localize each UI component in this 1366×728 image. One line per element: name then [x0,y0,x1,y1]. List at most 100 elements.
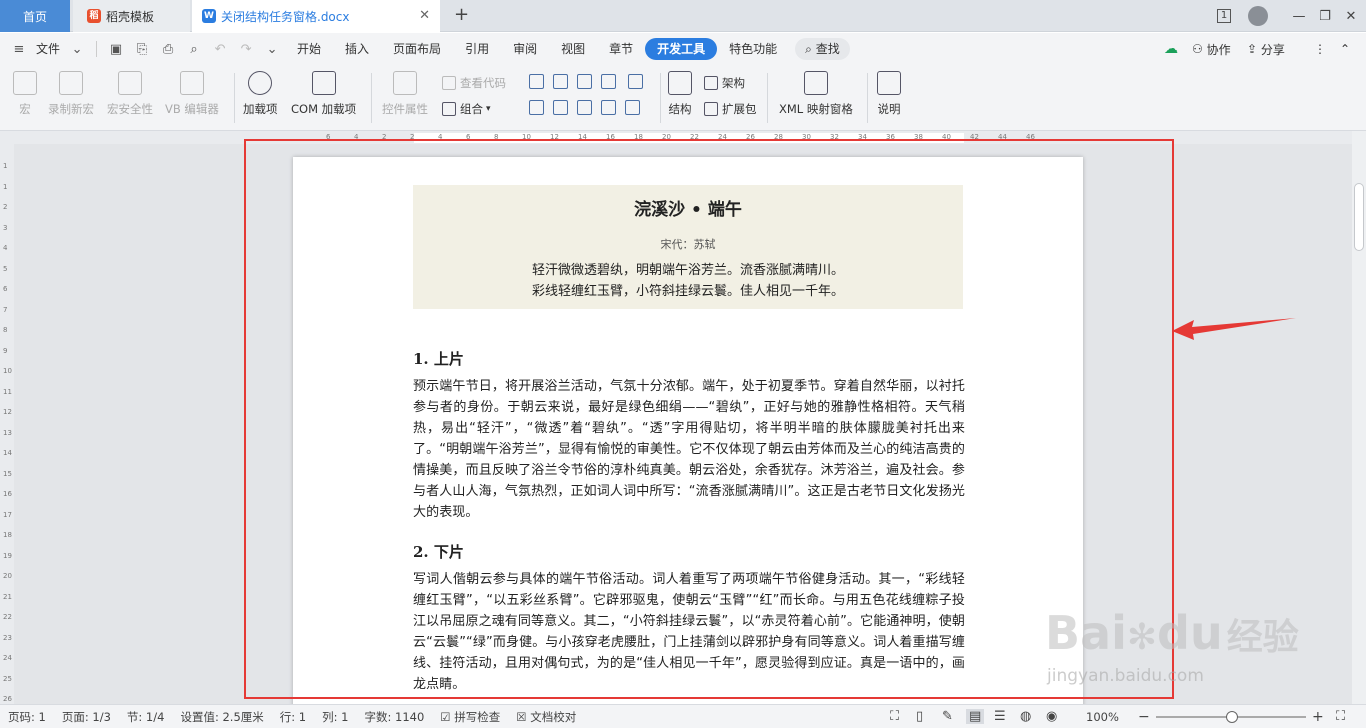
checkbox-control-icon[interactable] [628,74,643,89]
addin-button[interactable]: 加载项 [243,71,278,117]
date-control-icon[interactable] [553,100,568,115]
control-properties-button[interactable]: 控件属性 [382,71,428,117]
fullscreen-icon[interactable]: ⛶ [890,709,899,724]
tab-daoke-templates[interactable]: 稻 稻壳模板 [73,0,190,32]
spell-check-label: 拼写检查 [454,709,501,724]
edit-mode-icon[interactable]: ✎ [942,709,953,724]
scrollbar-thumb[interactable] [1354,183,1364,251]
view-code-icon [442,76,456,90]
proofread-button[interactable]: ☒ 文档校对 [508,709,584,725]
eye-protection-icon[interactable]: ◉ [1046,709,1057,724]
chevron-down-icon[interactable]: ⌄ [68,40,86,58]
hamburger-menu-icon[interactable]: ≡ [10,40,28,58]
page-view-icon[interactable]: ▤ [966,709,985,724]
search-box[interactable]: ⌕ 查找 [795,38,850,60]
structure-button[interactable]: 结构 [668,71,692,117]
ruler-number: 36 [886,133,895,141]
menu-view[interactable]: 视图 [549,38,597,60]
xml-mapping-pane-button[interactable]: XML 映射窗格 [779,71,853,117]
schema-button[interactable]: 架构 [704,75,745,91]
zoom-slider-handle[interactable] [1226,711,1238,723]
zoom-out-button[interactable]: − [1138,709,1150,725]
menu-page-layout[interactable]: 页面布局 [381,38,453,60]
rich-text-control-icon[interactable] [553,74,568,89]
zoom-level[interactable]: 100% [1086,710,1119,724]
vertical-ruler-number: 18 [3,531,12,539]
more-options-icon[interactable]: ⋮ [1314,33,1326,65]
menu-review[interactable]: 审阅 [501,38,549,60]
status-page-number[interactable]: 页码: 1 [0,709,54,725]
minimize-button[interactable]: — [1286,0,1312,32]
share-button[interactable]: ⇪ 分享 [1247,33,1285,65]
close-window-button[interactable]: ✕ [1338,0,1364,32]
group-icon [442,102,456,116]
menu-file[interactable]: 文件 [32,38,64,60]
view-code-button[interactable]: 查看代码 [442,75,506,91]
view-code-label: 查看代码 [460,76,506,90]
outline-view-icon[interactable]: ☰ [994,709,1006,724]
menu-developer-tools[interactable]: 开发工具 [645,38,718,60]
com-addin-button[interactable]: COM 加载项 [291,71,356,117]
word-doc-icon: W [202,9,216,23]
tab-home[interactable]: 首页 [0,0,70,32]
zoom-in-button[interactable]: + [1312,709,1324,725]
text-control-icon[interactable] [529,74,544,89]
vertical-ruler-number: 1 [3,182,8,191]
close-tab-icon[interactable]: ✕ [419,8,430,23]
legacy-control-icon[interactable] [577,100,592,115]
restore-button[interactable]: ❐ [1312,0,1338,32]
macro-button[interactable]: 宏 [13,71,37,117]
print-icon[interactable]: ⎙ [159,40,177,58]
expansion-pack-button[interactable]: 扩展包 [704,101,757,117]
building-block-control-icon[interactable] [601,100,616,115]
divider [371,73,372,123]
combo-control-icon[interactable] [601,74,616,89]
picture-control-icon[interactable] [577,74,592,89]
status-word-count[interactable]: 字数: 1140 [357,709,433,725]
tab-document[interactable]: W 关闭结构任务窗格.docx ✕ [192,0,440,32]
spell-check-button[interactable]: ☑ 拼写检查 [432,709,508,725]
macro-label: 宏 [19,102,31,116]
redo-icon[interactable]: ↷ [237,40,255,58]
horizontal-ruler[interactable]: 6 4 2 2 4 6 8 10 12 14 16 18 20 22 24 26 28 30 32 34 36 38 40 4… [0,131,1352,144]
menu-home[interactable]: 开始 [285,38,333,60]
record-macro-button[interactable]: 录制新宏 [48,71,94,117]
vb-editor-button[interactable]: VB 编辑器 [165,71,219,117]
status-pages[interactable]: 页面: 1/3 [54,709,119,725]
dropdown-control-icon[interactable] [529,100,544,115]
print-preview-icon[interactable]: ⌕ [185,40,203,58]
group-button[interactable]: 组合 ▾ [442,101,491,117]
menu-section[interactable]: 章节 [597,38,645,60]
help-button[interactable]: 说明 [877,71,901,117]
group-label: 组合 [460,102,483,116]
menu-insert[interactable]: 插入 [333,38,381,60]
web-view-icon[interactable]: ◍ [1020,709,1031,724]
repeating-control-icon[interactable] [625,100,640,115]
new-tab-button[interactable]: + [454,4,469,25]
save-icon[interactable]: ▣ [107,40,125,58]
fit-page-icon[interactable]: ⛶ [1336,709,1345,724]
macro-security-button[interactable]: 宏安全性 [107,71,153,117]
document-canvas[interactable]: 浣溪沙 • 端午 宋代：苏轼 轻汗微微透碧纨，明朝端午浴芳兰。流香涨腻满晴川。 … [14,144,1352,704]
document-page[interactable]: 浣溪沙 • 端午 宋代：苏轼 轻汗微微透碧纨，明朝端午浴芳兰。流香涨腻满晴川。 … [293,157,1083,704]
status-setting[interactable]: 设置值: 2.5厘米 [172,709,271,725]
avatar[interactable] [1244,0,1272,32]
cloud-sync-icon[interactable]: ☁ [1164,33,1178,65]
vertical-ruler[interactable]: 1 1 2 3 4 5 6 7 8 9 10 11 12 13 14 15 16 17 18 19 20 21 22 23 24… [0,144,14,704]
ruler-number: 20 [662,133,671,141]
status-column[interactable]: 列: 1 [314,709,356,725]
ruler-number: 8 [494,133,499,141]
customize-icon[interactable]: ⌄ [263,40,281,58]
collaborate-button[interactable]: ⚇ 协作 [1192,33,1231,65]
collapse-ribbon-icon[interactable]: ⌃ [1340,33,1350,65]
menu-special-features[interactable]: 特色功能 [717,38,789,60]
reading-mode-icon[interactable]: ▯ [916,709,923,724]
menu-reference[interactable]: 引用 [453,38,501,60]
vertical-ruler-number: 23 [3,633,12,642]
vertical-scrollbar[interactable] [1352,131,1366,704]
status-row[interactable]: 行: 1 [272,709,314,725]
status-section[interactable]: 节: 1/4 [119,709,173,725]
undo-icon[interactable]: ↶ [211,40,229,58]
poem-author: 宋代：苏轼 [660,238,716,251]
export-icon[interactable]: ⎘ [133,40,151,58]
